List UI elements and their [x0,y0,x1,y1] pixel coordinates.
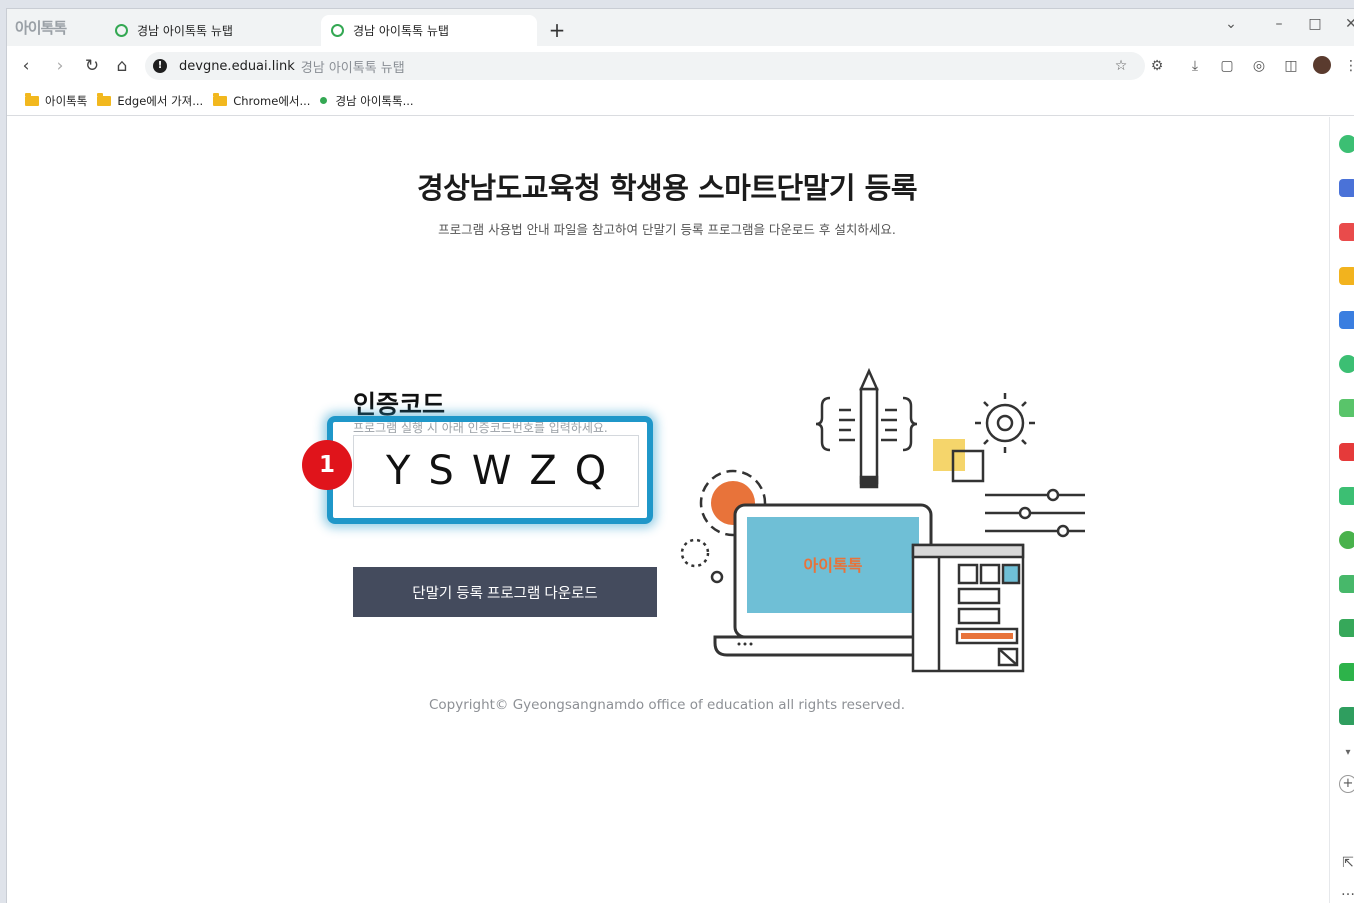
page-content: 경상남도교육청 학생용 스마트단말기 등록 프로그램 사용법 안내 파일을 참고… [7,117,1329,903]
tab-strip: 아이톡톡 경남 아이톡톡 뉴탭 경남 아이톡톡 뉴탭 + ⌄ – □ ✕ [7,9,1354,46]
laptop-illustration: 아이톡톡 [680,367,1085,673]
extensions-icon[interactable]: ⚙ [1147,56,1167,76]
bookmark-item[interactable]: Edge에서 가져... [97,92,204,109]
bookmark-label: Chrome에서... [233,93,311,108]
address-toolbar: ‹ › ↻ ⌂ ! devgne.eduai.link 경남 아이톡톡 뉴탭 ☆… [7,46,1354,86]
copyright-text: Copyright© Gyeongsangnamdo office of edu… [428,697,906,713]
bookmark-item[interactable]: Chrome에서... [213,92,311,109]
yellow-square [933,439,965,471]
bookmark-label: 아이톡톡 [45,93,88,108]
tab-2-active[interactable]: 경남 아이톡톡 뉴탭 [321,15,537,46]
ebook-icon[interactable] [1339,531,1354,549]
split-view-icon[interactable]: ◫ [1281,56,1301,76]
folder-icon [213,92,228,106]
bookmark-item[interactable]: 경남 아이톡톡... [320,93,414,109]
tab-favicon-icon [115,24,128,37]
minimize-icon[interactable]: – [1269,16,1289,32]
capture-icon[interactable]: ▢ [1217,56,1237,76]
add-icon[interactable]: + [1339,775,1354,793]
close-icon[interactable]: ✕ [1341,16,1354,32]
address-host: devgne.eduai.link [179,58,295,74]
address-page-title: 경남 아이톡톡 뉴탭 [300,60,405,76]
tab-label: 경남 아이톡톡 뉴탭 [137,24,233,38]
tab-1[interactable]: 경남 아이톡톡 뉴탭 [113,15,318,46]
sliders-icon [985,488,1085,538]
tab-favicon-icon [331,24,344,37]
map-icon[interactable] [1339,707,1354,725]
maximize-icon[interactable]: □ [1305,16,1325,32]
briefcase-icon[interactable] [1339,179,1354,197]
gear-icon [975,393,1035,453]
pencil-icon [815,367,918,489]
naver-icon[interactable] [1339,663,1354,681]
new-tab-button[interactable]: + [545,18,569,42]
reload-icon[interactable]: ↻ [81,55,103,77]
news-icon[interactable] [1339,443,1354,461]
side-panel: ▾ + ⇱ … [1329,117,1354,903]
chevron-down-icon[interactable]: ▾ [1339,747,1354,759]
forward-icon[interactable]: › [49,55,71,77]
download-program-button[interactable]: 단말기 등록 프로그램 다운로드 [353,567,657,617]
folder-icon [25,92,39,106]
back-icon[interactable]: ‹ [15,55,37,77]
green-app-icon[interactable] [1339,487,1354,505]
chat-icon[interactable] [1339,399,1354,417]
auth-code-display: YSWZQ [353,435,639,507]
screenshot-icon[interactable]: ◎ [1249,56,1269,76]
site-info-icon[interactable]: ! [153,59,167,73]
folder-icon [97,92,112,106]
bookmarks-bar: 아이톡톡 Edge에서 가져... Chrome에서... 경남 아이톡톡... [7,86,1354,116]
illustration-logo-text: 아이톡톡 [804,556,863,575]
logo-text: 아이톡톡 [15,18,67,37]
browser-window: 아이톡톡 경남 아이톡톡 뉴탭 경남 아이톡톡 뉴탭 + ⌄ – □ ✕ ‹ ›… [6,8,1354,903]
google-icon[interactable] [1339,311,1354,329]
star-icon[interactable] [1339,267,1354,285]
favorite-star-icon[interactable]: ☆ [1111,56,1131,76]
page-subtitle: 프로그램 사용법 안내 파일을 참고하여 단말기 등록 프로그램을 다운로드 후… [438,222,896,237]
home-icon[interactable]: ⌂ [111,55,133,77]
tab-search-chevron-icon[interactable]: ⌄ [1221,16,1241,32]
green-circle-icon[interactable] [1339,135,1354,153]
address-bar[interactable]: ! devgne.eduai.link 경남 아이톡톡 뉴탭 [145,52,1145,80]
green-dot-icon [320,97,328,104]
bookmark-item[interactable]: 아이톡톡 [25,92,88,109]
pocket-icon[interactable] [1339,223,1354,241]
more-icon[interactable]: … [1339,883,1354,901]
play-icon[interactable] [1339,355,1354,373]
profile-avatar-icon[interactable] [1313,56,1331,74]
step-badge: 1 [302,440,352,490]
message-icon[interactable] [1339,575,1354,593]
bookmark-label: Edge에서 가져... [117,93,204,108]
window-panel-icon [911,543,1025,673]
browser-logo: 아이톡톡 [15,15,97,39]
tab-label: 경남 아이톡톡 뉴탭 [353,24,449,38]
download-icon[interactable]: ⤓ [1185,56,1205,76]
menu-icon[interactable]: ⋮ [1341,56,1354,76]
gift-icon[interactable] [1339,619,1354,637]
page-title: 경상남도교육청 학생용 스마트단말기 등록 [416,171,918,205]
dotted-circle [680,538,710,568]
bookmark-label: 경남 아이톡톡... [335,93,414,108]
small-circle [710,570,724,584]
external-link-icon[interactable]: ⇱ [1339,855,1354,873]
